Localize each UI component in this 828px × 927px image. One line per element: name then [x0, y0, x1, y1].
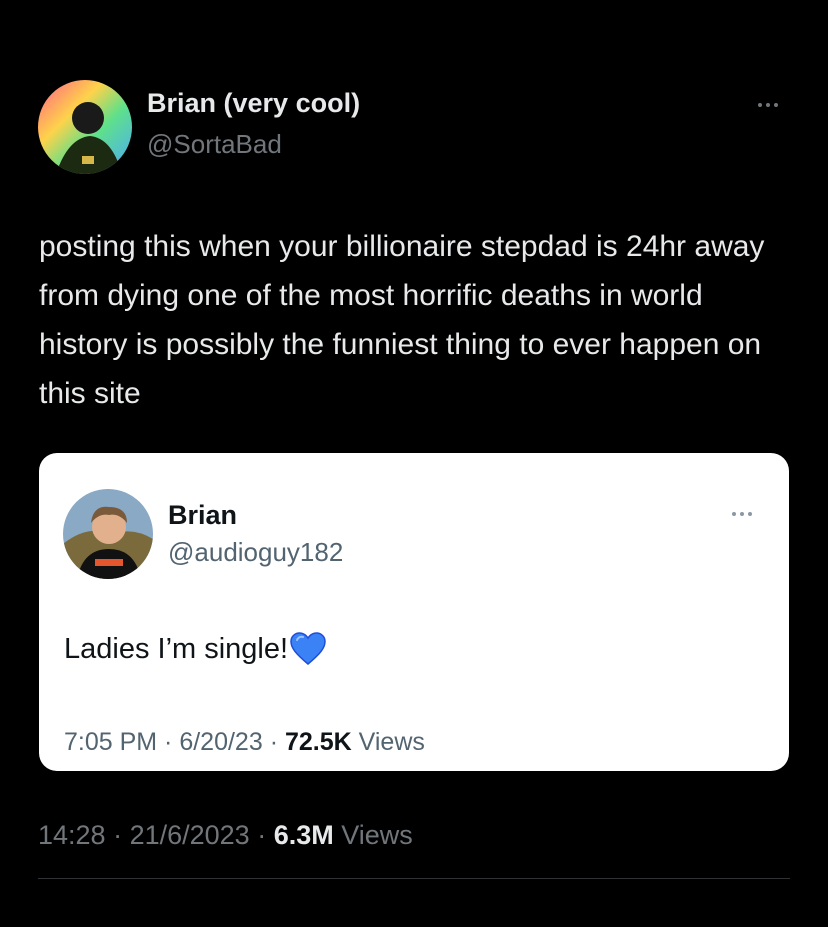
- tweet-time[interactable]: 14:28: [38, 820, 106, 850]
- tweet-text: posting this when your billionaire stepd…: [39, 230, 765, 410]
- separator: ·: [157, 728, 180, 756]
- separator: ·: [249, 820, 274, 850]
- more-options-icon[interactable]: [758, 103, 778, 107]
- divider: [38, 878, 790, 879]
- quoted-tweet-card[interactable]: [39, 453, 789, 771]
- quoted-more-options-icon[interactable]: [732, 512, 752, 516]
- quoted-author-avatar[interactable]: [63, 489, 153, 579]
- separator: ·: [262, 728, 285, 756]
- quoted-author-name[interactable]: Brian: [168, 500, 237, 531]
- quoted-tweet-text: Ladies I’m single!: [64, 632, 289, 665]
- quoted-tweet-time[interactable]: 7:05 PM: [64, 728, 157, 756]
- quoted-tweet-date[interactable]: 6/20/23: [179, 728, 262, 756]
- quoted-views-count: 72.5K: [284, 728, 352, 756]
- author-handle[interactable]: @SortaBad: [147, 129, 282, 160]
- quoted-author-handle[interactable]: @audioguy182: [168, 537, 343, 568]
- separator: ·: [105, 820, 130, 850]
- quoted-views-label: Views: [358, 728, 425, 756]
- tweet-date[interactable]: 21/6/2023: [130, 820, 250, 850]
- tweet-meta: 14:28 · 21/6/2023 · 6.3M Views: [38, 820, 413, 851]
- quoted-tweet-meta: 7:05 PM · 6/20/23 · 72.5K Views: [64, 728, 425, 757]
- views-label[interactable]: Views: [341, 820, 413, 850]
- quoted-tweet-text-row: Ladies I’m single!: [64, 632, 326, 666]
- author-name[interactable]: Brian (very cool): [147, 88, 360, 119]
- blue-heart-icon: [290, 632, 326, 665]
- author-avatar[interactable]: [38, 80, 132, 174]
- views-count[interactable]: 6.3M: [274, 820, 334, 850]
